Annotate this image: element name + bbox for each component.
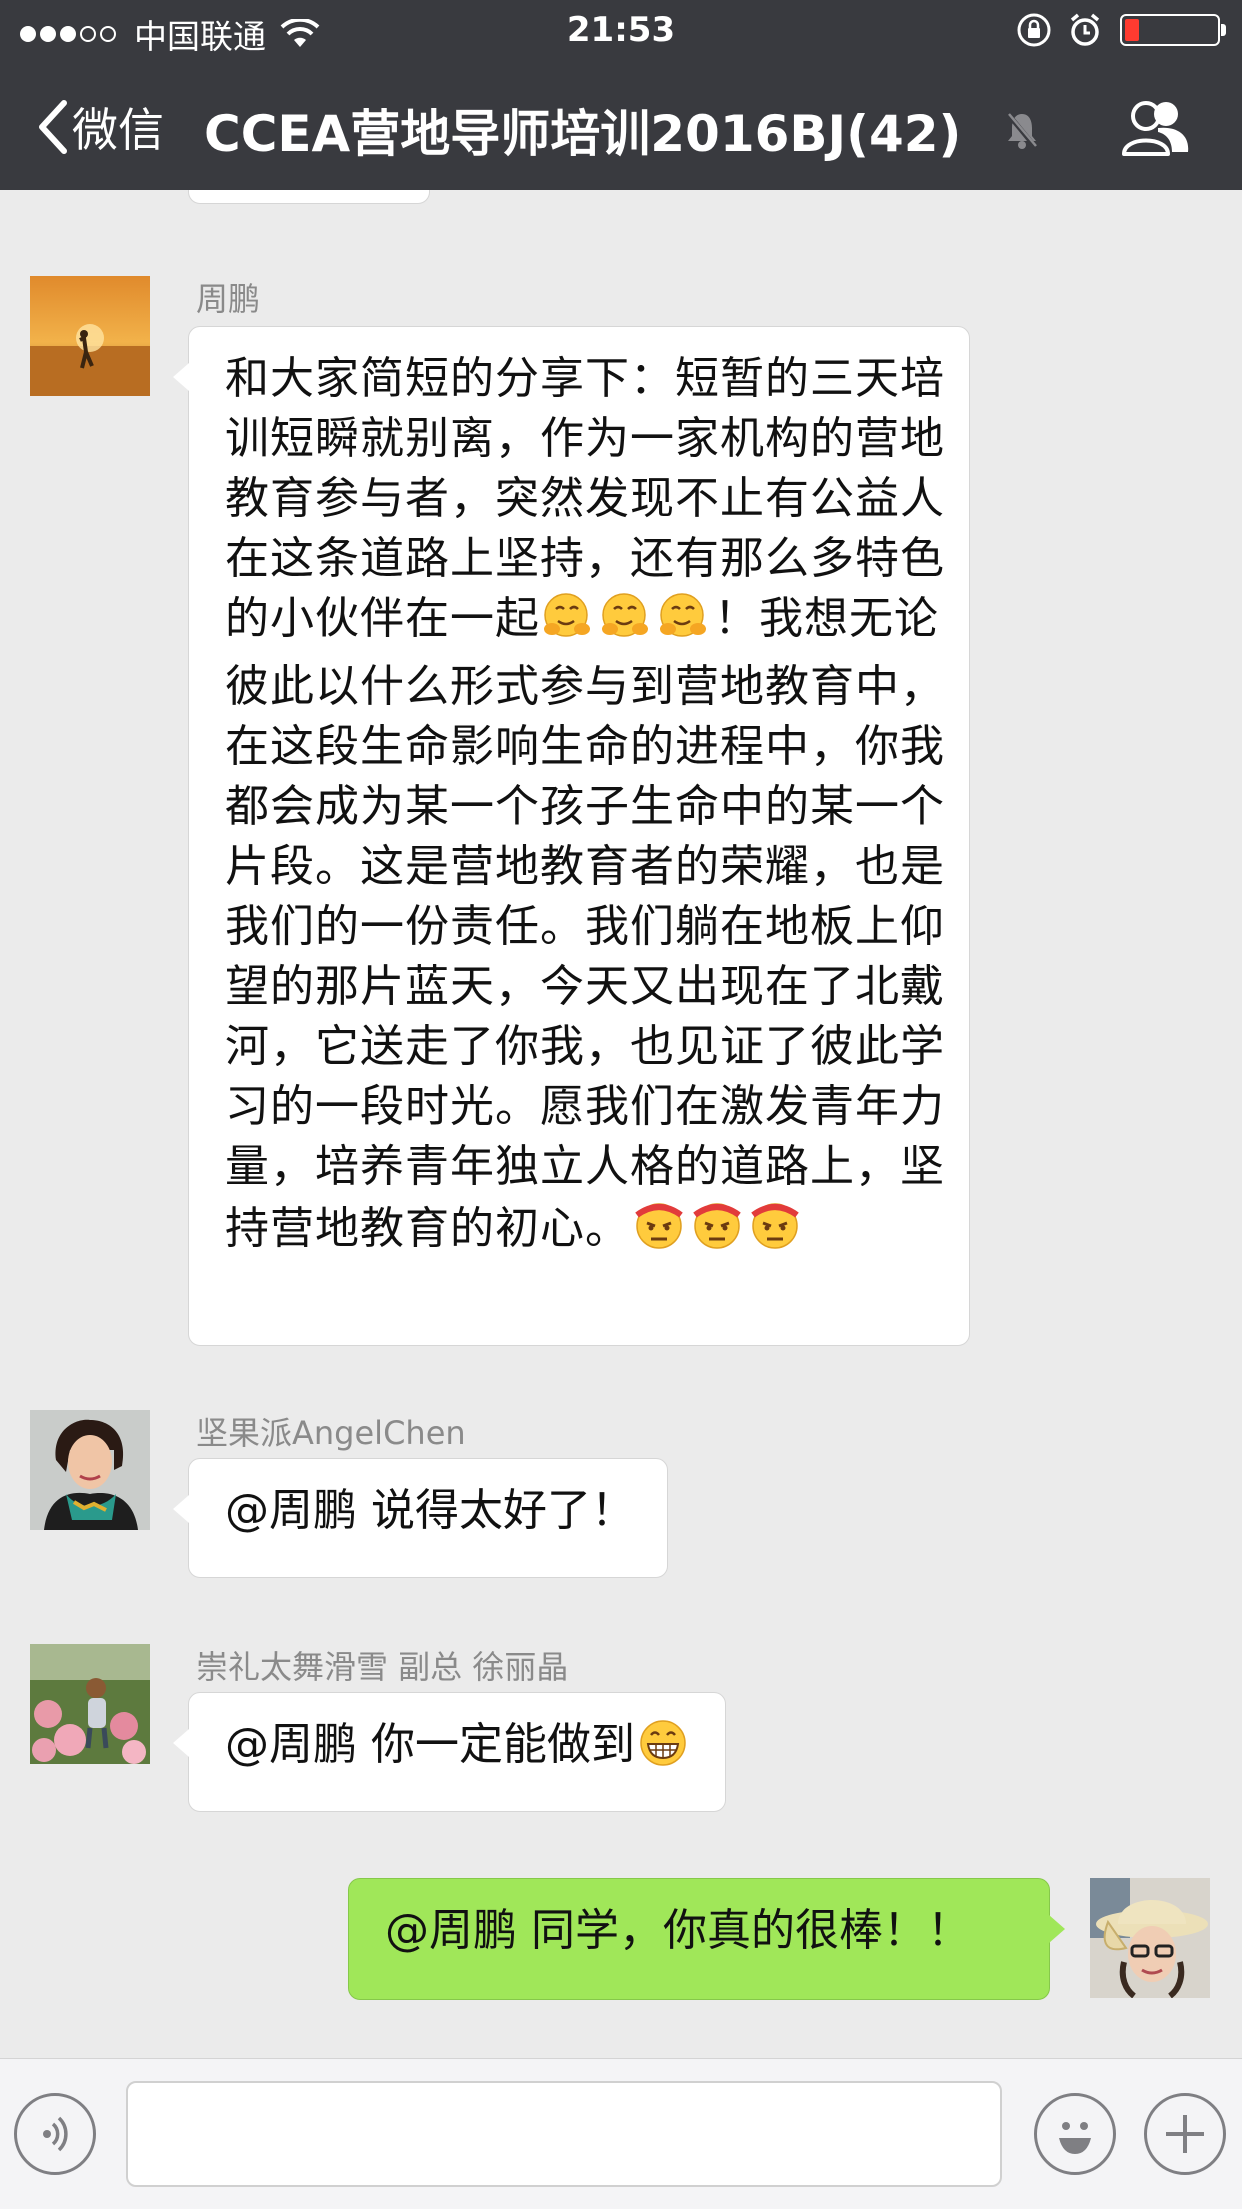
group-members-button[interactable]	[1120, 98, 1192, 158]
chat-title: CCEA营地导师培训2016BJ(42)	[204, 105, 962, 163]
avatar[interactable]	[30, 276, 150, 396]
hugging-face-emoji-icon	[658, 591, 712, 657]
sender-name: 坚果派AngelChen	[196, 1414, 466, 1452]
voice-input-button[interactable]	[14, 2093, 96, 2175]
determined-face-emoji-icon	[632, 1197, 686, 1267]
determined-face-emoji-icon	[690, 1197, 744, 1267]
back-button[interactable]: 微信	[36, 94, 164, 160]
grinning-face-emoji-icon	[637, 1717, 691, 1783]
plus-icon	[1166, 2115, 1204, 2153]
muted-bell-icon	[1006, 112, 1038, 150]
top-bar: 中国联通 21:53 微信 CCEA营地导师培训2016BJ(42)	[0, 0, 1242, 190]
hugging-face-emoji-icon	[600, 591, 654, 657]
message-bubble[interactable]: 和大家简短的分享下：短暂的三天培训短瞬就别离，作为一家机构的营地教育参与者，突然…	[173, 326, 970, 1346]
my-avatar[interactable]	[1090, 1878, 1210, 1998]
message-bubble[interactable]: @周鹏 你一定能做到	[173, 1692, 726, 1812]
previous-message-bubble	[188, 190, 430, 204]
alarm-icon	[1070, 13, 1100, 46]
voice-icon	[43, 2116, 68, 2152]
message-text: @周鹏 同学，你真的很棒！！	[385, 1905, 971, 1956]
smiley-icon	[1059, 2122, 1091, 2154]
message-text: @周鹏 说得太好了！	[225, 1485, 635, 1536]
status-bar: 中国联通 21:53	[0, 0, 1242, 62]
back-label: 微信	[72, 103, 164, 157]
hugging-face-emoji-icon	[542, 591, 596, 657]
sender-name: 周鹏	[196, 280, 261, 318]
sender-name: 崇礼太舞滑雪 副总 徐丽晶	[196, 1648, 569, 1686]
emoji-button[interactable]	[1034, 2093, 1116, 2175]
outgoing-message-bubble[interactable]: @周鹏 同学，你真的很棒！！	[348, 1878, 1065, 2000]
avatar[interactable]	[30, 1644, 150, 1764]
message-bubble[interactable]: @周鹏 说得太好了！	[173, 1458, 668, 1578]
more-options-button[interactable]	[1144, 2093, 1226, 2175]
message-text: @周鹏 你一定能做到	[225, 1719, 635, 1770]
message-text: ！我想无论彼此以什么形式参与到营地教育中，在这段生命影响生命的进程中，你我都会成…	[225, 593, 945, 1254]
input-bar	[0, 2058, 1242, 2209]
chat-area[interactable]: 周鹏 和大家简短的分享下：短暂的三天培训短瞬就别离，作为一家机构的营地教育参与者…	[0, 190, 1242, 2058]
nav-bar: 微信 CCEA营地导师培训2016BJ(42)	[0, 80, 1242, 175]
orientation-lock-icon	[1017, 13, 1051, 47]
chevron-left-icon	[39, 100, 67, 154]
battery-icon	[1120, 14, 1226, 46]
avatar[interactable]	[30, 1410, 150, 1530]
determined-face-emoji-icon	[748, 1197, 802, 1267]
message-input[interactable]	[126, 2081, 1002, 2187]
